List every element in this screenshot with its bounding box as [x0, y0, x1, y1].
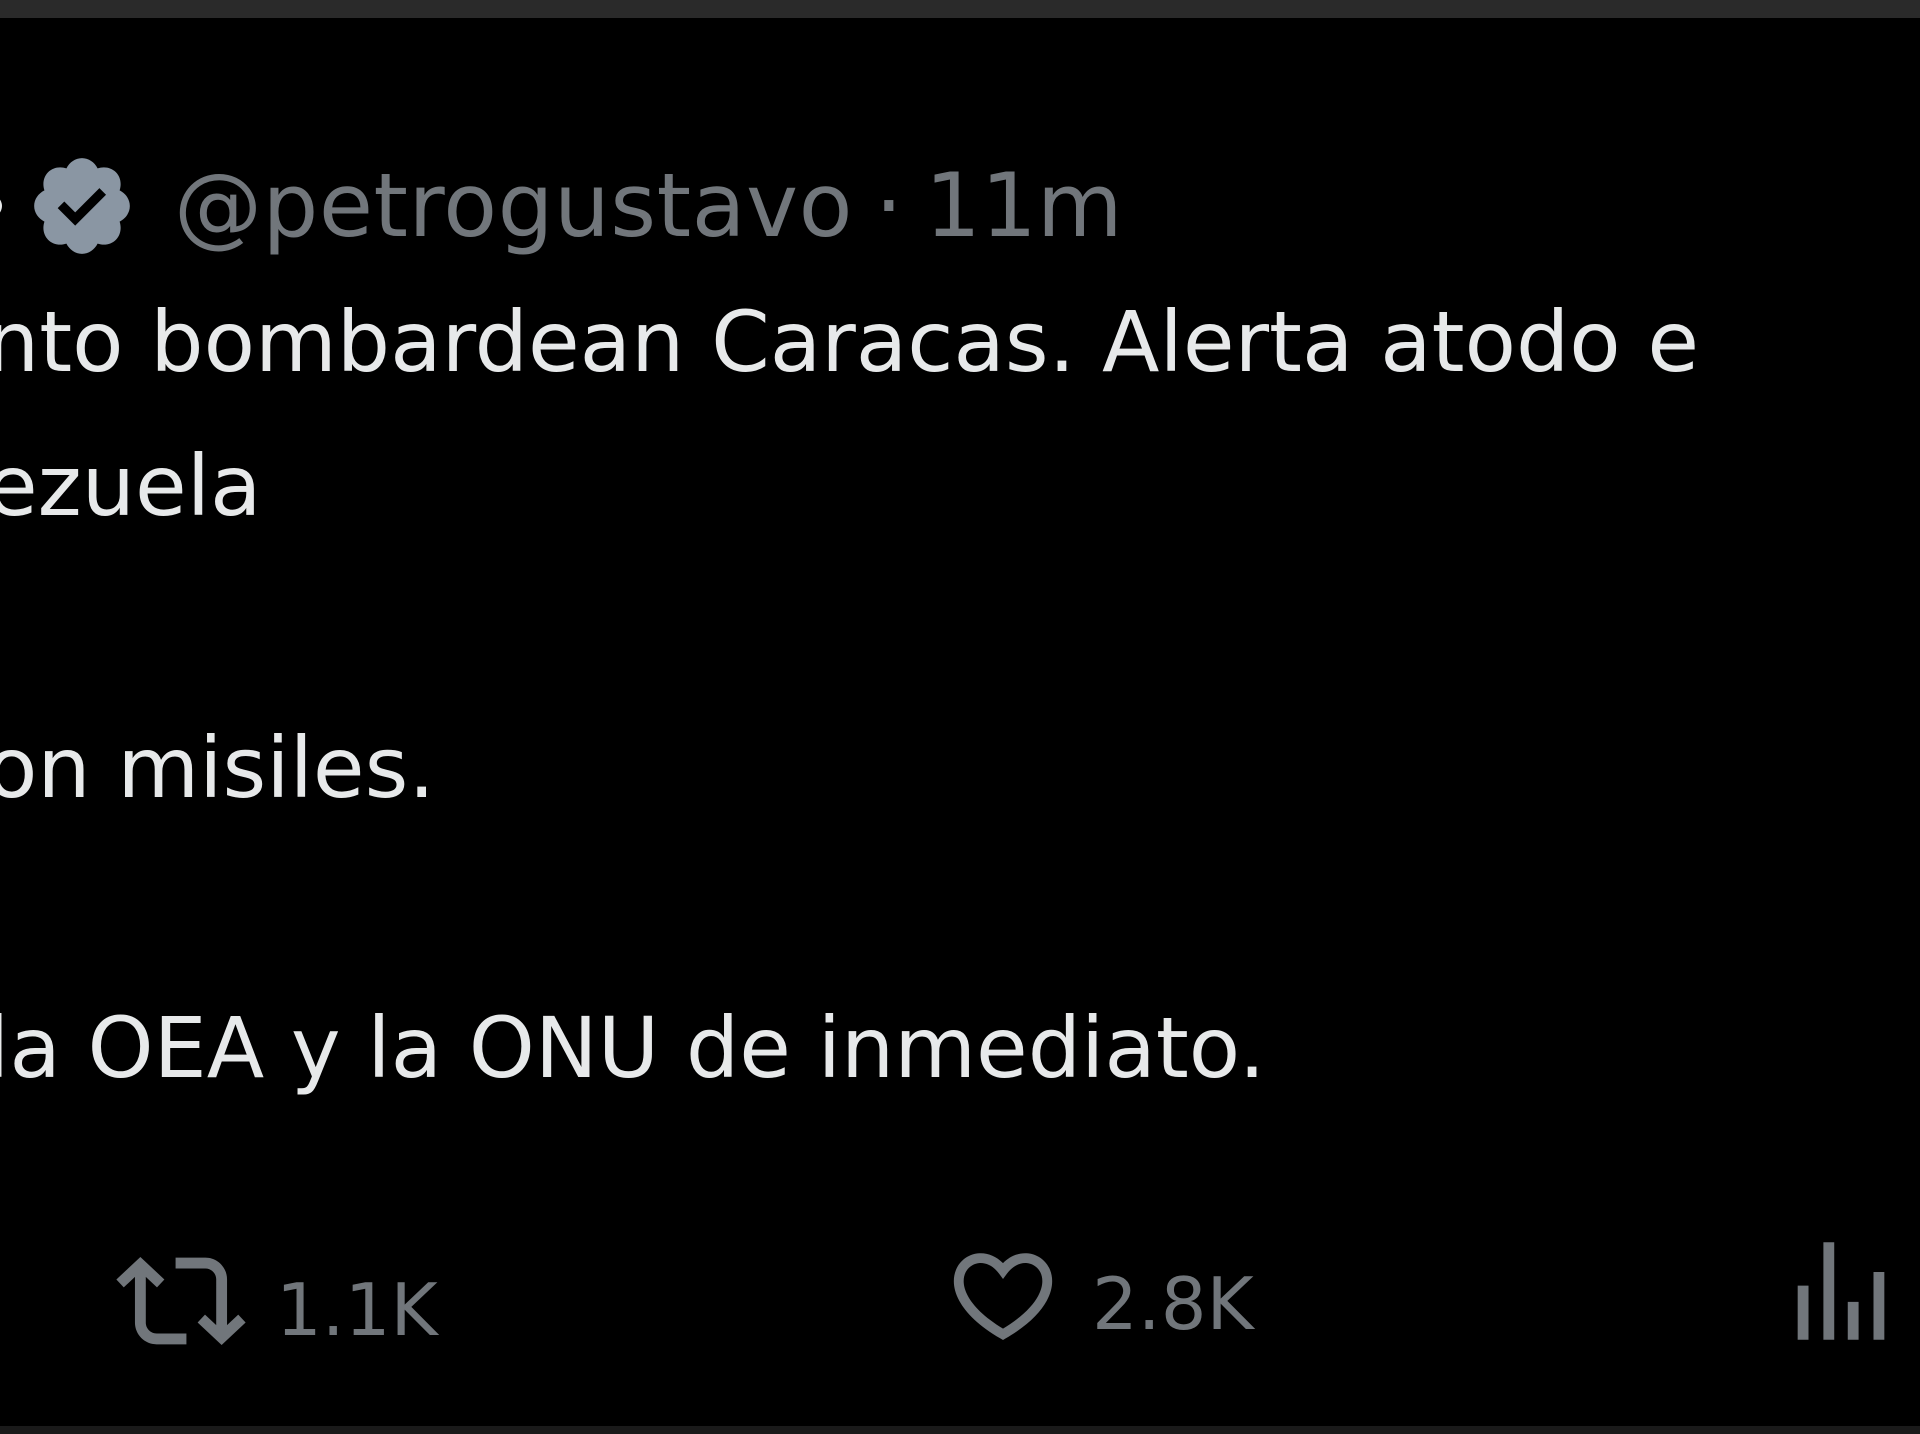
tweet-text-line: la OEA y la ONU de inmediato. — [0, 999, 1266, 1097]
analytics-icon — [1776, 1226, 1906, 1373]
like-count: 2.8K — [1092, 1261, 1254, 1346]
retweet-count: 1.1K — [276, 1267, 438, 1352]
display-name-fragment[interactable] — [0, 194, 2, 217]
verified-badge-icon[interactable] — [26, 150, 138, 262]
tweet-text-line: nto bombardean Caracas. Alerta atodo e — [0, 293, 1700, 391]
tweet-text-line: on misiles. — [0, 719, 436, 817]
views-button[interactable] — [1776, 1226, 1920, 1373]
retweet-button[interactable]: 1.1K — [116, 1236, 438, 1383]
top-border — [0, 0, 1920, 18]
tweet-card[interactable]: @petrogustavo · 11m nto bombardean Carac… — [0, 18, 1920, 1426]
user-handle[interactable]: @petrogustavo — [174, 154, 853, 257]
heart-icon — [944, 1236, 1062, 1371]
separator-dot: · — [874, 154, 903, 257]
bottom-border — [0, 1426, 1920, 1434]
tweet-header: @petrogustavo · 11m — [0, 143, 1123, 268]
like-button[interactable]: 2.8K — [944, 1236, 1254, 1371]
retweet-icon — [116, 1236, 246, 1383]
tweet-timestamp[interactable]: 11m — [925, 154, 1123, 257]
tweet-text-line: ezuela — [0, 437, 262, 535]
